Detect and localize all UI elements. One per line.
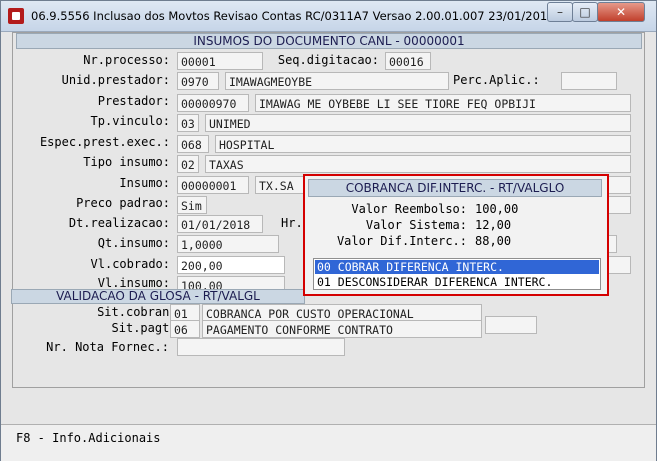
vl-cobrado-field[interactable]: 200,00	[177, 256, 285, 274]
title-bar: 06.9.5556 Inclusao dos Movtos Revisao Co…	[1, 1, 656, 32]
tp-vinculo-name-field: UNIMED	[205, 114, 631, 132]
minimize-button[interactable]: –	[547, 2, 573, 22]
espec-prest-exec-code-field[interactable]: 068	[177, 135, 209, 153]
perc-aplic-field[interactable]	[561, 72, 617, 90]
seq-digitacao-field[interactable]: 00016	[385, 52, 431, 70]
cobranca-dif-interc-dialog: COBRANCA DIF.INTERC. - RT/VALGLO Valor R…	[303, 174, 609, 296]
qt-insumo-label: Qt.insumo:	[97, 236, 170, 250]
option-cobrar-diferenca[interactable]: 00 COBRAR DIFERENCA INTERC.	[315, 260, 599, 274]
tp-vinculo-label: Tp.vinculo:	[90, 114, 170, 128]
preco-padrao-field[interactable]: Sim	[177, 196, 207, 214]
maximize-button[interactable]: □	[572, 2, 598, 22]
nr-processo-field[interactable]: 00001	[177, 52, 263, 70]
valor-reembolso-value: 100,00	[475, 202, 519, 216]
valor-sistema-label: Valor Sistema:	[365, 218, 467, 232]
app-window: 06.9.5556 Inclusao dos Movtos Revisao Co…	[0, 0, 657, 461]
close-button[interactable]: ✕	[597, 2, 645, 22]
sit-pagto-extra-field	[485, 316, 537, 334]
dt-realizacao-label: Dt.realizacao:	[68, 216, 170, 230]
nr-processo-label: Nr.processo:	[83, 53, 170, 67]
sit-pagto-code-field[interactable]: 06	[170, 320, 200, 338]
tipo-insumo-code-field[interactable]: 02	[177, 155, 199, 173]
window-title: 06.9.5556 Inclusao dos Movtos Revisao Co…	[31, 9, 585, 23]
tipo-insumo-name-field: TAXAS	[205, 155, 631, 173]
sit-cobranca-label: Sit.cobranca:	[97, 305, 191, 319]
preco-padrao-label: Preco padrao:	[76, 196, 170, 210]
perc-aplic-label: Perc.Aplic.:	[453, 73, 540, 87]
option-list[interactable]: 00 COBRAR DIFERENCA INTERC. 01 DESCONSID…	[313, 258, 601, 290]
vl-insumo-label: Vl.insumo:	[97, 276, 170, 290]
valor-dif-interc-label: Valor Dif.Interc.:	[336, 234, 467, 248]
unid-prestador-label: Unid.prestador:	[61, 73, 170, 87]
nr-nota-fornec-label: Nr. Nota Fornec.:	[46, 340, 169, 354]
sit-pagto-desc-field: PAGAMENTO CONFORME CONTRATO	[202, 320, 482, 338]
insumo-code-field[interactable]: 00000001	[177, 176, 249, 194]
section-header: INSUMOS DO DOCUMENTO CANL - 00000001	[16, 33, 642, 49]
glosa-header: VALIDACAO DA GLOSA - RT/VALGL	[11, 289, 305, 304]
insumo-label: Insumo:	[119, 176, 170, 190]
status-hint: F8 - Info.Adicionais	[16, 431, 161, 445]
prestador-code-field[interactable]: 00000970	[177, 94, 249, 112]
espec-prest-exec-label: Espec.prest.exec.:	[39, 135, 170, 149]
seq-digitacao-label: Seq.digitacao:	[277, 53, 379, 67]
valor-sistema-value: 12,00	[475, 218, 512, 232]
vl-cobrado-label: Vl.cobrado:	[90, 257, 170, 271]
option-desconsiderar-diferenca[interactable]: 01 DESCONSIDERAR DIFERENCA INTERC.	[315, 275, 599, 289]
dialog-header: COBRANCA DIF.INTERC. - RT/VALGLO	[308, 179, 602, 197]
valor-dif-interc-value: 88,00	[475, 234, 512, 248]
sit-pagto-label: Sit.pagto.:	[111, 321, 191, 335]
hr-label: Hr.	[281, 216, 303, 230]
tipo-insumo-label: Tipo insumo:	[83, 155, 170, 169]
unid-prestador-name-field: IMAWAGMEOYBE	[225, 72, 449, 90]
tp-vinculo-code-field[interactable]: 03	[177, 114, 199, 132]
espec-prest-exec-name-field: HOSPITAL	[215, 135, 631, 153]
app-icon	[8, 8, 24, 24]
status-bar: F8 - Info.Adicionais	[1, 424, 656, 461]
unid-prestador-code-field[interactable]: 0970	[177, 72, 219, 90]
valor-reembolso-label: Valor Reembolso:	[351, 202, 467, 216]
dt-realizacao-field[interactable]: 01/01/2018	[177, 215, 263, 233]
prestador-name-field: IMAWAG ME OYBEBE LI SEE TIORE FEQ OPBIJI	[255, 94, 631, 112]
button-strip	[1, 389, 656, 424]
qt-insumo-field[interactable]: 1,0000	[177, 235, 279, 253]
prestador-label: Prestador:	[97, 94, 170, 108]
nr-nota-fornec-field[interactable]	[177, 338, 345, 356]
